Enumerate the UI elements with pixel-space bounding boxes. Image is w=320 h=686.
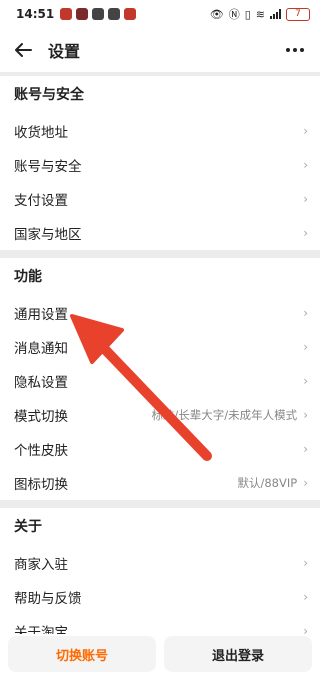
- section-about: 关于 商家入驻 › 帮助与反馈 › 关于淘宝 ›: [0, 508, 320, 634]
- row-value: 默认/88VIP: [237, 476, 298, 490]
- logout-button[interactable]: 退出登录: [164, 636, 312, 672]
- status-left: 14:51: [16, 7, 137, 21]
- row-privacy-settings[interactable]: 隐私设置 ›: [0, 364, 320, 398]
- bottom-action-bar: 切换账号 退出登录: [0, 634, 320, 686]
- status-time: 14:51: [16, 7, 55, 21]
- section-account-security: 账号与安全 收货地址 › 账号与安全 › 支付设置 › 国家与地区 ›: [0, 76, 320, 250]
- chevron-right-icon: ›: [303, 306, 308, 320]
- row-label: 账号与安全: [14, 159, 82, 175]
- row-value: 标准/长辈大字/未成年人模式: [151, 408, 298, 422]
- section-title: 功能: [14, 269, 42, 285]
- chevron-right-icon: ›: [303, 374, 308, 388]
- row-about-taobao[interactable]: 关于淘宝 ›: [0, 614, 320, 634]
- row-label: 隐私设置: [14, 375, 68, 391]
- row-mode-switch[interactable]: 模式切换 标准/长辈大字/未成年人模式 ›: [0, 398, 320, 432]
- chevron-right-icon: ›: [303, 624, 308, 634]
- row-label: 商家入驻: [14, 557, 68, 573]
- switch-account-button[interactable]: 切换账号: [8, 636, 156, 672]
- row-label: 通用设置: [14, 307, 68, 323]
- row-theme-skin[interactable]: 个性皮肤 ›: [0, 432, 320, 466]
- wifi-icon: ≋: [255, 7, 265, 21]
- row-help-feedback[interactable]: 帮助与反馈 ›: [0, 580, 320, 614]
- vibrate-icon: ▯: [244, 7, 251, 21]
- row-merchant-onboarding[interactable]: 商家入驻 ›: [0, 546, 320, 580]
- status-right: 👁 Ⓝ ▯ ≋ 7: [210, 6, 310, 22]
- more-options-icon[interactable]: [282, 42, 308, 58]
- row-label: 帮助与反馈: [14, 591, 82, 607]
- row-shipping-address[interactable]: 收货地址 ›: [0, 114, 320, 148]
- back-arrow-icon[interactable]: [12, 39, 34, 61]
- row-label: 模式切换: [14, 409, 68, 425]
- section-title: 关于: [14, 519, 42, 535]
- row-general-settings[interactable]: 通用设置 ›: [0, 296, 320, 330]
- row-payment-settings[interactable]: 支付设置 ›: [0, 182, 320, 216]
- notification-app-icon: [60, 8, 73, 20]
- chevron-right-icon: ›: [303, 590, 308, 604]
- row-label: 图标切换: [14, 477, 68, 493]
- row-country-region[interactable]: 国家与地区 ›: [0, 216, 320, 250]
- notification-app-icon: [76, 8, 89, 20]
- eye-icon: 👁: [209, 7, 224, 21]
- signal-icon: [270, 9, 281, 19]
- row-label: 个性皮肤: [14, 443, 68, 459]
- row-label: 国家与地区: [14, 227, 82, 243]
- notification-app-icon: [124, 8, 137, 20]
- row-account-security[interactable]: 账号与安全 ›: [0, 148, 320, 182]
- notification-app-icon: [92, 8, 105, 20]
- section-title: 账号与安全: [14, 87, 84, 103]
- row-notifications[interactable]: 消息通知 ›: [0, 330, 320, 364]
- nfc-icon: Ⓝ: [228, 8, 240, 21]
- chevron-right-icon: ›: [303, 158, 308, 172]
- chevron-right-icon: ›: [303, 192, 308, 206]
- chevron-right-icon: ›: [303, 556, 308, 570]
- battery-icon: 7: [286, 7, 310, 21]
- row-label: 消息通知: [14, 341, 68, 357]
- chevron-right-icon: ›: [303, 408, 308, 422]
- status-bar: 14:51 👁 Ⓝ ▯ ≋ 7: [0, 0, 320, 28]
- battery-level: 7: [295, 8, 301, 19]
- chevron-right-icon: ›: [303, 476, 308, 490]
- row-icon-switch[interactable]: 图标切换 默认/88VIP ›: [0, 466, 320, 500]
- row-label: 支付设置: [14, 193, 68, 209]
- row-label: 收货地址: [14, 125, 68, 141]
- row-label: 关于淘宝: [14, 625, 68, 634]
- notification-app-icon: [108, 8, 121, 20]
- chevron-right-icon: ›: [303, 124, 308, 138]
- page-header: 设置: [0, 28, 320, 72]
- chevron-right-icon: ›: [303, 340, 308, 354]
- section-features: 功能 通用设置 › 消息通知 › 隐私设置 › 模式切换 标准/长辈大字/未成年…: [0, 258, 320, 500]
- chevron-right-icon: ›: [303, 226, 308, 240]
- chevron-right-icon: ›: [303, 442, 308, 456]
- page-title: 设置: [48, 42, 81, 61]
